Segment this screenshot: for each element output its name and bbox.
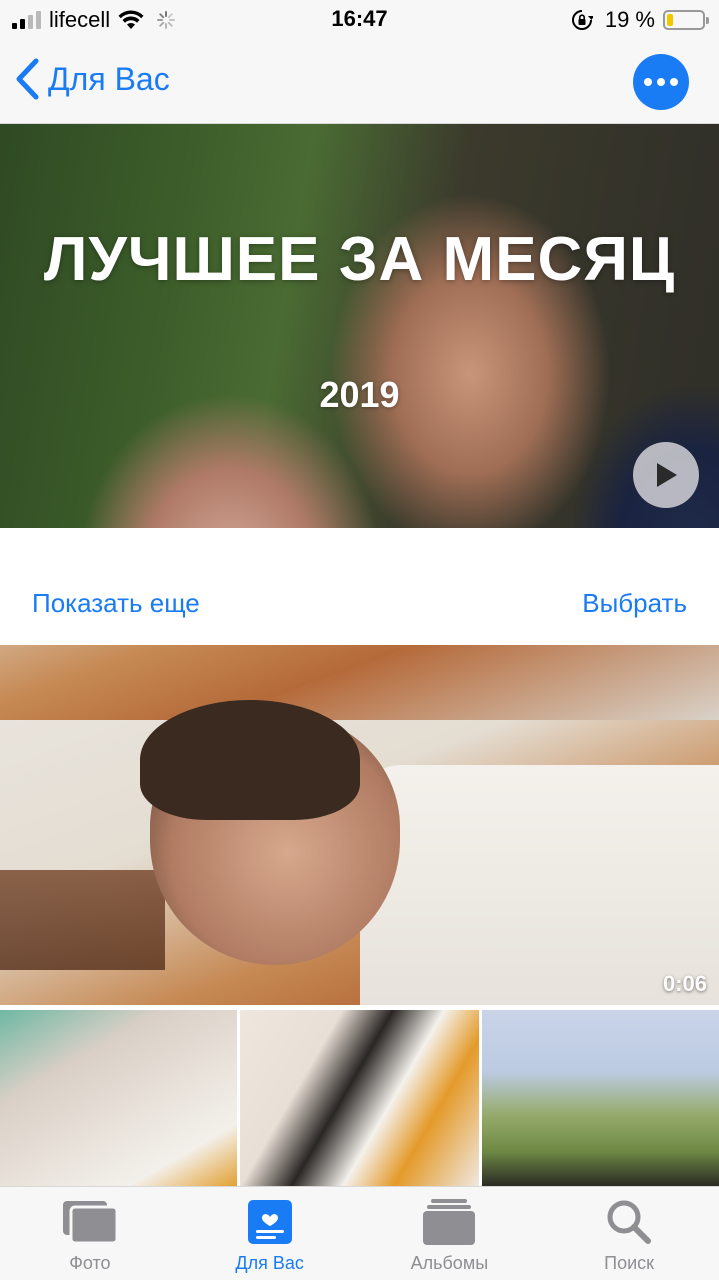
chevron-left-icon (16, 58, 39, 100)
show-more-link[interactable]: Показать еще (32, 588, 200, 619)
photo-content (0, 870, 165, 970)
memory-year: 2019 (319, 374, 400, 415)
photo-content (360, 765, 719, 1005)
navigation-bar: Для Вас (0, 40, 719, 124)
albums-icon (420, 1197, 478, 1247)
battery-icon (663, 10, 709, 30)
back-button-label: Для Вас (48, 60, 170, 97)
ellipsis-icon (644, 78, 652, 86)
play-button[interactable] (633, 442, 699, 508)
tab-label: Для Вас (235, 1253, 304, 1273)
memory-cover[interactable]: ЛУЧШЕЕ ЗА МЕСЯЦ 2019 (0, 124, 719, 528)
tab-bar: Фото Для Вас Альбомы Поиск (0, 1186, 719, 1280)
photo-thumbnail[interactable] (0, 1010, 237, 1186)
tab-search[interactable]: Поиск (539, 1187, 719, 1280)
tab-label: Альбомы (410, 1253, 489, 1273)
photo-content (140, 700, 360, 820)
memory-title: ЛУЧШЕЕ ЗА МЕСЯЦ (43, 225, 676, 294)
video-thumbnail[interactable]: 0:06 (0, 645, 719, 1005)
play-icon (657, 463, 677, 487)
search-icon (600, 1197, 658, 1247)
tab-label: Фото (69, 1253, 111, 1273)
for-you-icon (241, 1197, 299, 1247)
select-button[interactable]: Выбрать (582, 588, 687, 619)
status-bar: lifecell 16:47 19 % (0, 0, 719, 40)
ellipsis-dot (657, 78, 665, 86)
ellipsis-dot (670, 78, 678, 86)
photo-thumbnail[interactable] (240, 1010, 479, 1186)
tab-label: Поиск (604, 1253, 655, 1273)
battery-percent: 19 % (604, 7, 655, 32)
photos-icon (61, 1197, 119, 1247)
tab-for-you[interactable]: Для Вас (180, 1187, 360, 1280)
rotation-lock-icon (571, 10, 593, 30)
tab-photos[interactable]: Фото (0, 1187, 180, 1280)
back-button[interactable]: Для Вас (14, 58, 170, 100)
photo-thumbnail[interactable] (482, 1010, 719, 1186)
tab-albums[interactable]: Альбомы (360, 1187, 540, 1280)
video-duration: 0:06 (662, 971, 707, 996)
status-right: 19 % (571, 6, 709, 34)
more-options-button[interactable] (633, 54, 689, 110)
